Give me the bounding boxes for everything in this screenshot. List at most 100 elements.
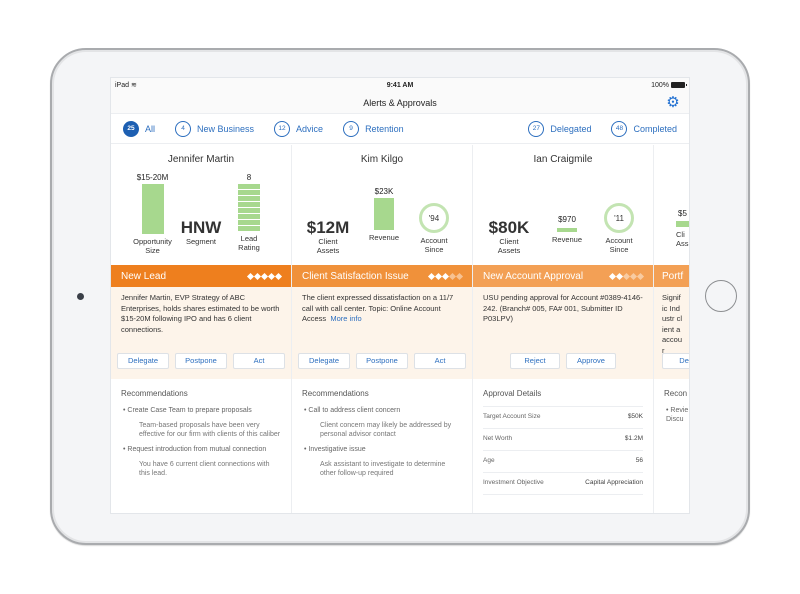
alert-header: Client Satisfaction Issue xyxy=(292,265,472,287)
approval-details-panel: Approval Details Target Account Size $50K… xyxy=(473,379,653,513)
rating-segment xyxy=(238,214,260,219)
more-info-link[interactable]: More info xyxy=(330,314,361,323)
priority-dot xyxy=(455,272,464,280)
act-button[interactable]: Act xyxy=(233,353,285,369)
alert-card: Jennifer Martin $15-20M Opportunity Size… xyxy=(111,145,292,513)
alert-body: Signific Industr client a accour Dele xyxy=(654,287,689,379)
alert-actions: Delegate Postpone Act xyxy=(298,353,466,369)
act-button[interactable]: Act xyxy=(414,353,466,369)
filter-label: Delegated xyxy=(550,123,592,134)
rating-segment xyxy=(238,196,260,201)
filter-label: New Business xyxy=(197,123,255,134)
alert-actions: Delegate Postpone Act xyxy=(117,353,285,369)
home-button[interactable] xyxy=(705,280,737,312)
section-title: Recommendations xyxy=(121,389,188,398)
section-title: Recon xyxy=(664,389,688,398)
camera-icon xyxy=(77,293,84,300)
lead-rating-metric: 8 Lead Rating xyxy=(238,173,260,252)
reject-button[interactable]: Reject xyxy=(510,353,560,369)
opportunity-bar xyxy=(141,184,164,234)
alert-type: New Account Approval xyxy=(483,270,584,282)
account-since-ring: '11 xyxy=(604,203,634,233)
rating-segment xyxy=(238,184,260,189)
wifi-icon: ≋ xyxy=(130,82,137,89)
alert-body: USU pending approval for Account #0389-4… xyxy=(473,287,653,379)
alert-cards: Jennifer Martin $15-20M Opportunity Size… xyxy=(111,145,689,513)
detail-row: Age 56 xyxy=(483,450,643,472)
priority-dots xyxy=(427,272,464,280)
filter-label: Advice xyxy=(296,123,324,134)
recommendations-panel: Recommendations Call to address client c… xyxy=(292,379,472,513)
alert-header: New Account Approval xyxy=(473,265,653,287)
alert-type: New Lead xyxy=(121,270,167,282)
priority-dots xyxy=(246,272,283,280)
segment-metric: HNW Segment xyxy=(180,218,222,247)
rating-segment xyxy=(238,226,260,231)
delegate-button[interactable]: Dele xyxy=(662,353,689,369)
filter-label: Retention xyxy=(365,123,404,134)
filter-all[interactable]: 25 All xyxy=(123,120,155,137)
detail-row: Net Worth $1.2M xyxy=(483,428,643,450)
recommendation-item: Create Case Team to prepare proposals Te… xyxy=(121,406,281,439)
filter-label: Completed xyxy=(633,123,677,134)
client-name: Ian Craigmile xyxy=(533,154,593,165)
delegate-button[interactable]: Delegate xyxy=(298,353,350,369)
revenue-bar xyxy=(374,198,394,230)
postpone-button[interactable]: Postpone xyxy=(175,353,227,369)
delegate-button[interactable]: Delegate xyxy=(117,353,169,369)
client-name: Kim Kilgo xyxy=(360,154,404,165)
count-badge: 12 xyxy=(274,120,291,137)
client-assets-metric: $12M Client Assets xyxy=(306,218,350,256)
alert-body: Jennifer Martin, EVP Strategy of ABC Ent… xyxy=(111,287,291,379)
client-assets-metric: $5 Cli Ass xyxy=(662,209,689,248)
device-label: iPad ≋ xyxy=(115,82,137,89)
rating-segment xyxy=(238,202,260,207)
count-badge: 25 xyxy=(123,120,139,137)
recommendation-item: Call to address client concern Client co… xyxy=(302,406,462,439)
client-metrics: Kim Kilgo $12M Client Assets $23K Revenu… xyxy=(292,145,472,265)
filter-new-business[interactable]: 4 New Business xyxy=(175,120,255,137)
battery-status: 100% xyxy=(651,82,687,89)
filter-delegated[interactable]: 27 Delegated xyxy=(528,120,592,137)
revenue-metric: $970 Revenue xyxy=(551,215,583,244)
revenue-metric: $23K Revenue xyxy=(368,187,400,242)
approve-button[interactable]: Approve xyxy=(566,353,616,369)
clock: 9:41 AM xyxy=(386,81,414,89)
gear-icon[interactable]: ⚙ xyxy=(665,95,681,111)
filter-advice[interactable]: 12 Advice xyxy=(274,120,324,137)
alert-body: The client expressed dissatisfaction on … xyxy=(292,287,472,379)
alert-card: Kim Kilgo $12M Client Assets $23K Revenu… xyxy=(292,145,473,513)
nav-bar: Alerts & Approvals ⚙ xyxy=(111,92,689,114)
recommendation-item: Investigative issue Ask assistant to inv… xyxy=(302,445,462,478)
detail-row: Investment Objective Capital Appreciation xyxy=(483,472,643,495)
recommendations-panel: Recommendations Create Case Team to prep… xyxy=(111,379,291,513)
alert-card: Ian Craigmile $80K Client Assets $970 Re… xyxy=(473,145,654,513)
count-badge: 48 xyxy=(611,120,628,137)
app-screen: iPad ≋ 9:41 AM 100% Alerts & Approvals ⚙… xyxy=(110,77,690,514)
filter-bar: 25 All 4 New Business 12 Advice 9 Retention … xyxy=(111,114,689,144)
account-since-ring: '94 xyxy=(419,203,449,233)
priority-dot xyxy=(636,272,645,280)
recommendation-item: Revie Discu xyxy=(664,406,689,424)
alert-actions: Reject Approve xyxy=(479,353,647,369)
client-name: Jennifer Martin xyxy=(167,154,235,165)
alert-header: New Lead xyxy=(111,265,291,287)
lead-rating-bars xyxy=(238,184,260,231)
alert-actions: Dele xyxy=(662,353,689,369)
rating-segment xyxy=(238,208,260,213)
alert-header: Portf xyxy=(654,265,689,287)
alert-text: Signific Industr client a accour xyxy=(662,293,683,355)
revenue-bar xyxy=(557,228,577,232)
filter-completed[interactable]: 48 Completed xyxy=(611,120,677,137)
client-metrics: $5 Cli Ass xyxy=(654,145,689,265)
battery-icon xyxy=(671,82,687,88)
alert-card-partial: $5 Cli Ass Portf Signific Industr client… xyxy=(654,145,689,513)
count-badge: 27 xyxy=(528,120,545,137)
page-title: Alerts & Approvals xyxy=(363,97,437,108)
count-badge: 4 xyxy=(175,120,192,137)
alert-text: Jennifer Martin, EVP Strategy of ABC Ent… xyxy=(121,293,280,334)
filter-retention[interactable]: 9 Retention xyxy=(343,120,404,137)
postpone-button[interactable]: Postpone xyxy=(356,353,408,369)
alert-type: Client Satisfaction Issue xyxy=(302,270,409,282)
opportunity-size-metric: $15-20M Opportunity Size xyxy=(133,173,172,255)
